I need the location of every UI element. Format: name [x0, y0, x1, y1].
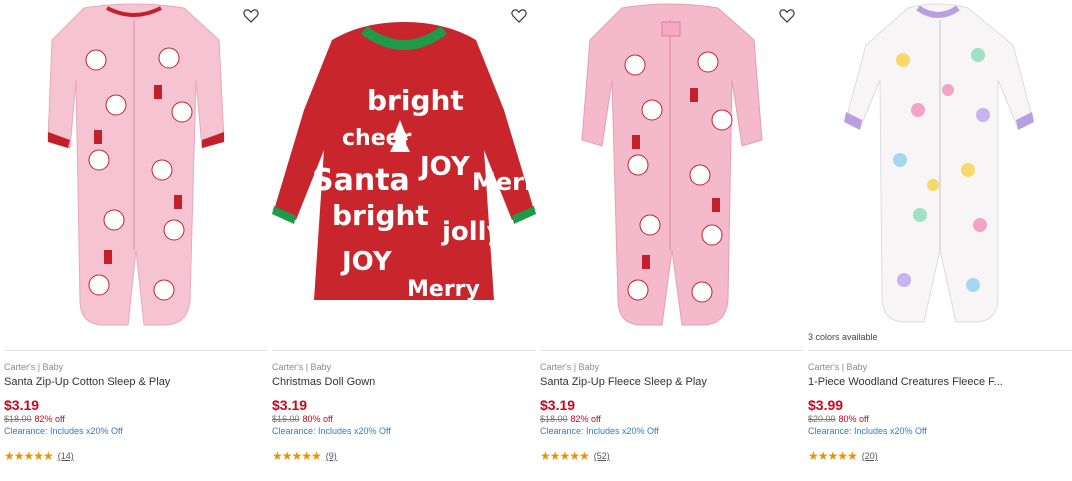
- divider: [272, 350, 536, 351]
- percent-off: 80% off: [838, 414, 869, 424]
- product-image[interactable]: 3 colors available: [808, 0, 1072, 346]
- product-title-link[interactable]: Christmas Doll Gown: [272, 376, 492, 388]
- gown-print-word: JOY: [418, 152, 471, 182]
- divider: [4, 350, 268, 351]
- sale-price: $3.19: [272, 397, 308, 413]
- star-rating-icon: ★★★★★: [540, 449, 590, 463]
- divider: [540, 350, 804, 351]
- original-price: $18.00: [540, 414, 568, 424]
- product-brand: Carter's | Baby: [808, 362, 868, 372]
- gown-print-word: jolly: [441, 217, 504, 247]
- percent-off: 82% off: [34, 414, 65, 424]
- clearance-note: Clearance: Includes x20% Off: [4, 426, 123, 436]
- review-count-link[interactable]: (52): [594, 451, 610, 461]
- rating: ★★★★★ (9): [272, 449, 536, 463]
- product-card[interactable]: Carter's | Baby Santa Zip-Up Cotton Slee…: [0, 0, 268, 481]
- star-rating-icon: ★★★★★: [272, 449, 322, 463]
- original-price: $16.00: [272, 414, 300, 424]
- product-brand: Carter's | Baby: [272, 362, 332, 372]
- rating: ★★★★★ (20): [808, 449, 1072, 463]
- original-price-row: $20.00 80% off: [808, 414, 1072, 425]
- product-brand: Carter's | Baby: [4, 362, 64, 372]
- star-rating-icon: ★★★★★: [808, 449, 858, 463]
- review-count-link[interactable]: (20): [862, 451, 878, 461]
- sale-price: $3.19: [4, 397, 40, 413]
- percent-off: 82% off: [570, 414, 601, 424]
- sale-price: $3.99: [808, 397, 844, 413]
- gown-print-word: JOY: [340, 247, 393, 277]
- rating: ★★★★★ (14): [4, 449, 268, 463]
- product-title-link[interactable]: Santa Zip-Up Fleece Sleep & Play: [540, 376, 760, 388]
- product-grid: Carter's | Baby Santa Zip-Up Cotton Slee…: [0, 0, 1072, 481]
- colors-available-note: 3 colors available: [808, 332, 878, 342]
- clearance-note: Clearance: Includes x20% Off: [808, 426, 927, 436]
- product-brand: Carter's | Baby: [540, 362, 600, 372]
- gown-print-word: Santa: [312, 163, 410, 198]
- review-count-link[interactable]: (14): [58, 451, 74, 461]
- gown-print-word: bright: [332, 199, 429, 232]
- original-price-row: $16.00 80% off: [272, 414, 536, 425]
- heart-icon[interactable]: [778, 7, 796, 25]
- product-image[interactable]: [540, 0, 804, 346]
- original-price-row: $18.00 82% off: [540, 414, 804, 425]
- clearance-note: Clearance: Includes x20% Off: [272, 426, 391, 436]
- product-card[interactable]: bright cheer Santa JOY Merry bright joll…: [268, 0, 536, 481]
- original-price-row: $18.00 82% off: [4, 414, 268, 425]
- star-rating-icon: ★★★★★: [4, 449, 54, 463]
- santa-fleece-sleeper-image: [581, 3, 763, 326]
- rating: ★★★★★ (52): [540, 449, 804, 463]
- original-price: $18.00: [4, 414, 32, 424]
- clearance-note: Clearance: Includes x20% Off: [540, 426, 659, 436]
- christmas-doll-gown-image: bright cheer Santa JOY Merry bright joll…: [272, 22, 536, 302]
- woodland-fleece-sleeper-image: [844, 3, 1034, 323]
- review-count-link[interactable]: (9): [326, 451, 337, 461]
- divider: [808, 350, 1072, 351]
- product-card[interactable]: 3 colors available Carter's | Baby 1-Pie…: [804, 0, 1072, 481]
- product-title-link[interactable]: Santa Zip-Up Cotton Sleep & Play: [4, 376, 224, 388]
- product-title-link[interactable]: 1-Piece Woodland Creatures Fleece F...: [808, 376, 1028, 388]
- percent-off: 80% off: [302, 414, 333, 424]
- gown-print-word: Merry: [472, 168, 536, 196]
- heart-icon[interactable]: [242, 7, 260, 25]
- product-image[interactable]: bright cheer Santa JOY Merry bright joll…: [272, 0, 536, 346]
- santa-cotton-sleeper-image: [47, 3, 225, 326]
- product-card[interactable]: Carter's | Baby Santa Zip-Up Fleece Slee…: [536, 0, 804, 481]
- gown-print-word: bright: [367, 84, 464, 117]
- original-price: $20.00: [808, 414, 836, 424]
- product-image[interactable]: [4, 0, 268, 346]
- heart-icon[interactable]: [510, 7, 528, 25]
- gown-print-word: Merry: [407, 277, 480, 302]
- sale-price: $3.19: [540, 397, 576, 413]
